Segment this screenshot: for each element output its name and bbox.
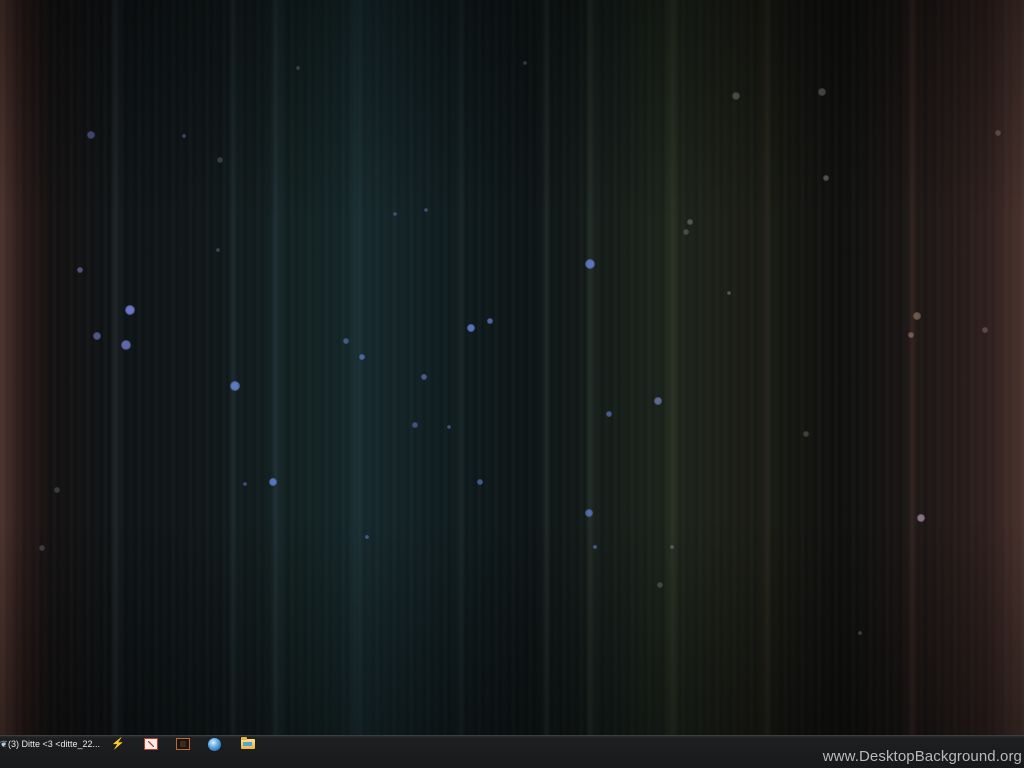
pdf-document-icon[interactable] xyxy=(144,738,158,750)
lightning-app-icon[interactable]: ⚡ xyxy=(111,738,125,750)
folder-icon[interactable] xyxy=(241,737,255,749)
desktop-wallpaper xyxy=(0,0,1024,768)
pin-icon: ❦ xyxy=(0,739,8,749)
taskbar-window-title: (3) Ditte <3 <ditte_22... xyxy=(8,739,100,749)
taskbar-window-button[interactable]: ❦ (3) Ditte <3 <ditte_22... xyxy=(0,736,100,752)
dark-app-icon[interactable] xyxy=(176,738,190,750)
wallpaper-vignette xyxy=(0,0,1024,736)
internet-globe-icon[interactable] xyxy=(208,738,221,751)
watermark-text: www.DesktopBackground.org xyxy=(822,748,1022,765)
